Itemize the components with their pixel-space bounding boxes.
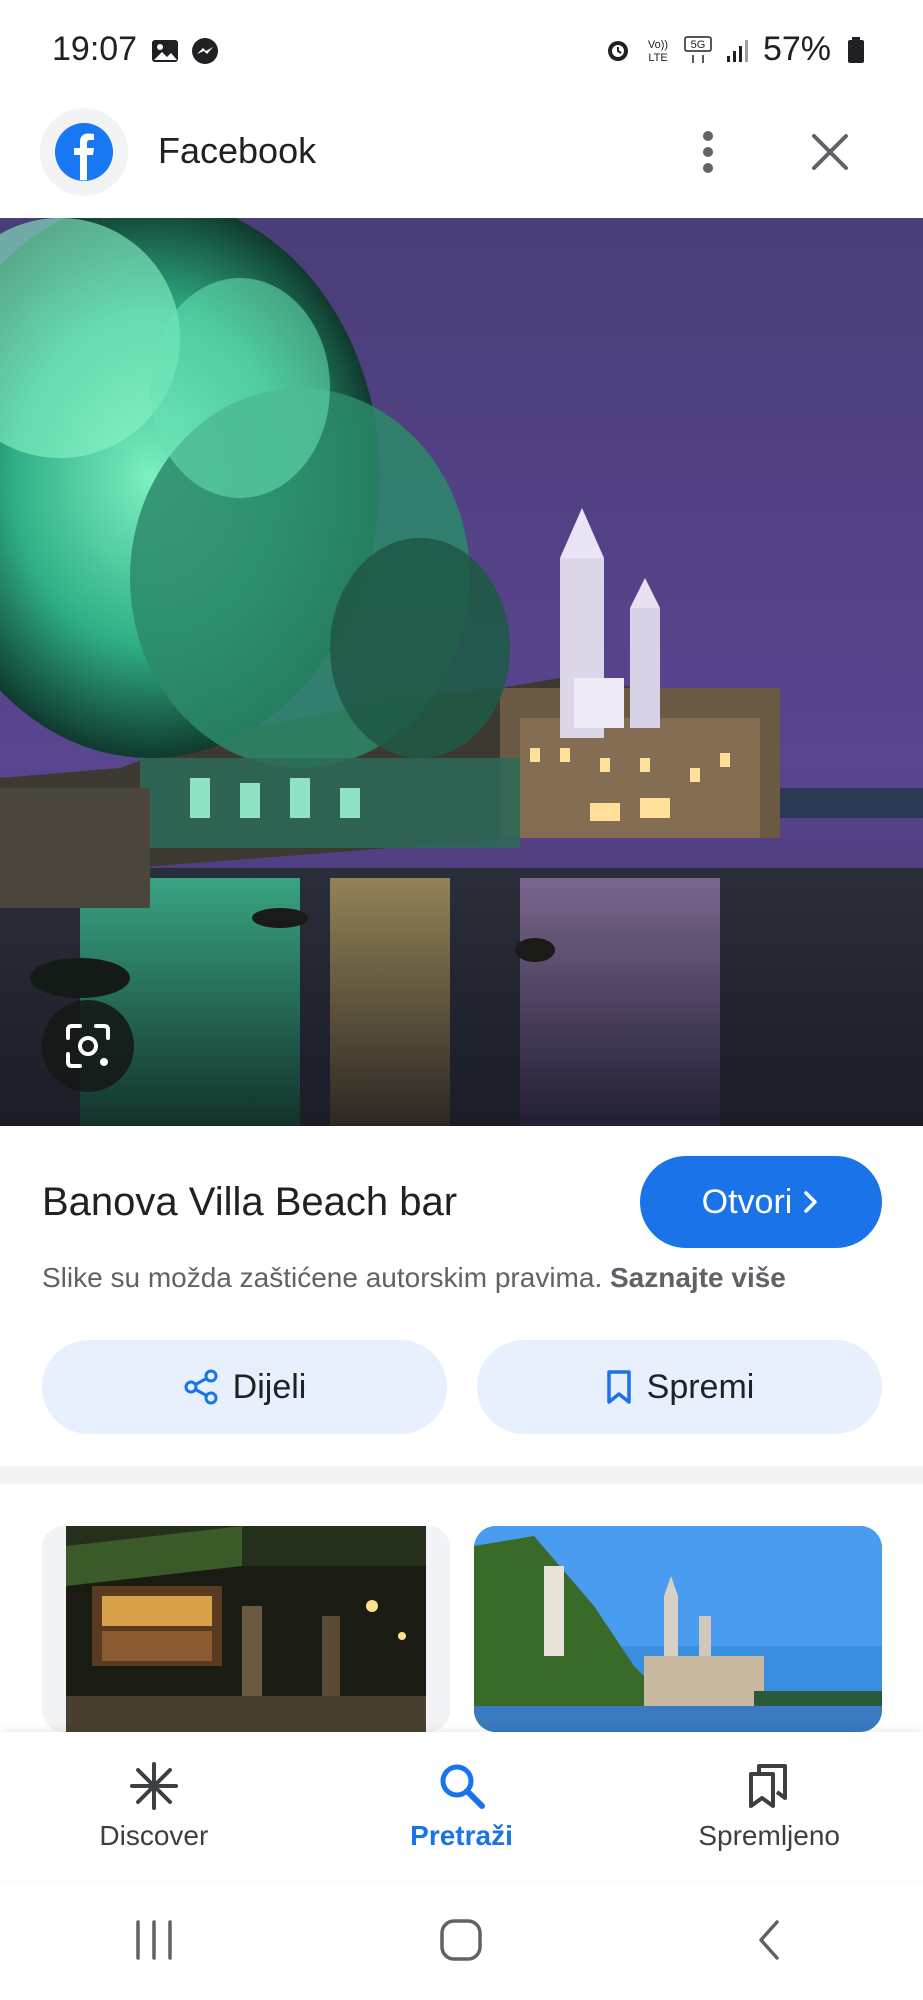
volte-icon: Vo)) LTE — [643, 35, 673, 65]
signal-icon — [723, 35, 753, 65]
search-icon — [440, 1764, 485, 1809]
facebook-icon[interactable] — [40, 108, 128, 196]
saved-icon — [749, 1764, 788, 1808]
back-button[interactable] — [724, 1895, 814, 1985]
svg-text:Vo)): Vo)) — [648, 39, 668, 51]
share-button[interactable]: Dijeli — [42, 1340, 447, 1434]
system-navigation — [0, 1880, 923, 2000]
messenger-icon — [190, 36, 220, 66]
source-title[interactable]: Facebook — [158, 130, 316, 172]
status-time: 19:07 — [52, 30, 138, 68]
nav-search-label: Pretraži — [410, 1820, 513, 1851]
more-options-button[interactable] — [680, 122, 736, 182]
close-button[interactable] — [800, 122, 860, 182]
share-icon — [184, 1369, 218, 1405]
close-icon — [812, 134, 848, 170]
copyright-notice: Slike su možda zaštićene autorskim pravi… — [42, 1262, 786, 1294]
open-button[interactable]: Otvori — [640, 1156, 882, 1248]
save-label: Spremi — [646, 1367, 755, 1406]
nav-search[interactable]: Pretraži — [308, 1732, 616, 1880]
result-title[interactable]: Banova Villa Beach bar — [42, 1180, 457, 1225]
recent-apps-icon — [136, 1920, 172, 1960]
nav-saved[interactable]: Spremljeno — [615, 1732, 923, 1880]
action-row: Dijeli Spremi — [42, 1340, 882, 1434]
home-icon — [440, 1919, 483, 1961]
learn-more-link[interactable]: Saznajte više — [610, 1262, 786, 1293]
more-vert-icon — [703, 131, 713, 173]
svg-text:5G: 5G — [691, 39, 706, 51]
lens-icon — [66, 1024, 110, 1068]
bookmark-icon — [606, 1370, 631, 1404]
copyright-text: Slike su možda zaštićene autorskim pravi… — [42, 1262, 603, 1293]
nav-discover[interactable]: Discover — [0, 1732, 308, 1880]
notification-icons — [150, 36, 220, 66]
svg-text:LTE: LTE — [648, 52, 667, 64]
5g-icon: 5G — [683, 35, 713, 65]
related-image-1[interactable] — [42, 1526, 450, 1732]
alarm-icon — [603, 35, 633, 65]
bottom-navigation: Discover Pretraži Spremljeno — [0, 1732, 923, 1880]
nav-discover-label: Discover — [99, 1820, 209, 1851]
section-divider — [0, 1466, 923, 1484]
chevron-right-icon — [804, 1191, 818, 1213]
recent-apps-button[interactable] — [109, 1895, 199, 1985]
status-right: Vo)) LTE 5G 57% — [603, 30, 871, 69]
battery-percent: 57% — [762, 30, 831, 68]
share-label: Dijeli — [232, 1367, 307, 1406]
status-bar: 19:07 Vo)) LTE 5G 57% — [0, 0, 923, 100]
google-lens-button[interactable] — [42, 1000, 134, 1092]
gallery-icon — [150, 36, 180, 66]
related-images — [42, 1526, 882, 1732]
app-header: Facebook — [0, 100, 923, 218]
back-icon — [759, 1920, 779, 1960]
open-button-label: Otvori — [701, 1182, 793, 1221]
battery-icon — [841, 35, 871, 65]
discover-icon — [129, 1762, 178, 1810]
hero-image[interactable] — [0, 218, 923, 1126]
related-image-2[interactable] — [474, 1526, 882, 1732]
home-button[interactable] — [416, 1895, 506, 1985]
nav-saved-label: Spremljeno — [698, 1820, 840, 1851]
save-button[interactable]: Spremi — [477, 1340, 882, 1434]
